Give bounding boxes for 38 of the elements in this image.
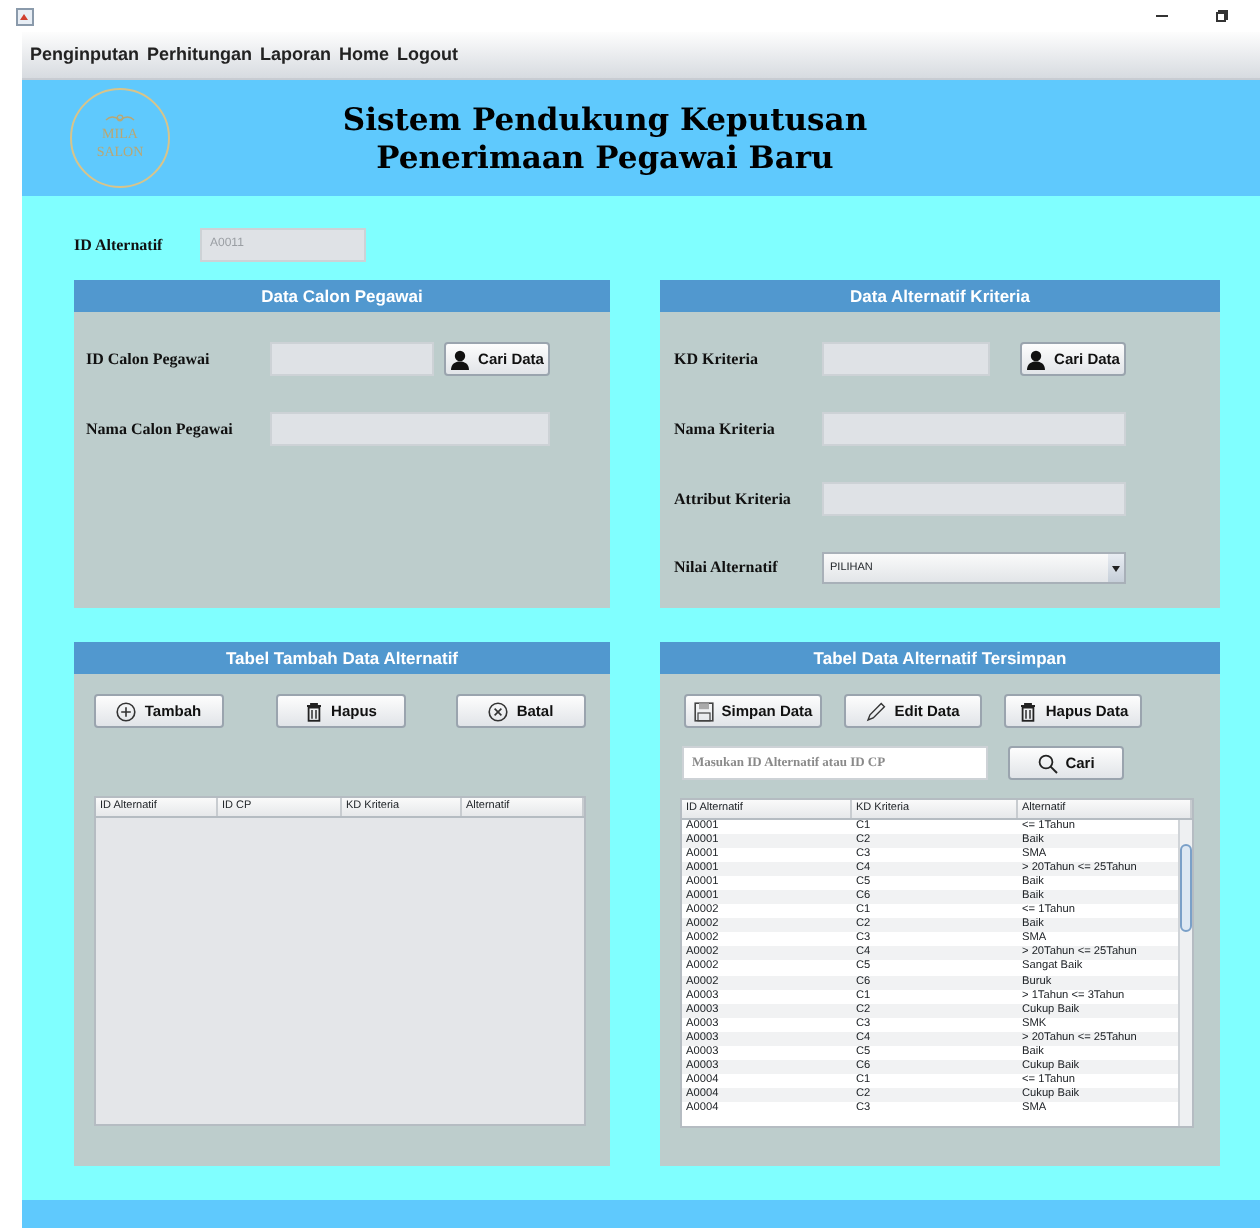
field-label: ID Calon Pegawai xyxy=(86,347,212,371)
panel-title: Data Calon Pegawai xyxy=(74,280,610,312)
caret-icon xyxy=(1112,565,1120,571)
trash-icon xyxy=(1017,701,1038,721)
menu-item[interactable]: Penginputan xyxy=(30,41,139,69)
field-label: Nilai Alternatif xyxy=(674,556,780,580)
input-field[interactable] xyxy=(822,342,990,376)
menu-item[interactable]: Perhitungan xyxy=(147,41,253,69)
input-field[interactable] xyxy=(822,482,1126,516)
field-label: ID Alternatif xyxy=(74,233,165,257)
menu-item[interactable]: Home xyxy=(339,41,390,69)
input-field[interactable] xyxy=(270,412,550,446)
restore-icon[interactable] xyxy=(1216,10,1228,22)
app-title: Sistem Pendukung Keputusan xyxy=(340,100,870,138)
panel-title: Tabel Data Alternatif Tersimpan xyxy=(660,642,1220,674)
panel-title: Data Alternatif Kriteria xyxy=(660,280,1220,312)
panel-title: Tabel Tambah Data Alternatif xyxy=(74,642,610,674)
field-label: Nama Kriteria xyxy=(674,417,777,441)
plus-icon xyxy=(116,701,137,721)
search-icon xyxy=(1037,753,1058,773)
field-label: Nama Calon Pegawai xyxy=(86,417,235,441)
field-label: KD Kriteria xyxy=(674,347,760,371)
scrollbar[interactable] xyxy=(1178,820,1192,1126)
app-icon xyxy=(16,7,34,25)
input-field[interactable] xyxy=(270,342,434,376)
ornament-icon xyxy=(104,114,136,126)
menu-item[interactable]: Laporan xyxy=(260,41,332,69)
user-icon xyxy=(450,349,471,369)
field-label: Attribut Kriteria xyxy=(674,487,793,511)
app-title: Penerimaan Pegawai Baru xyxy=(374,138,836,176)
user-icon xyxy=(1026,349,1047,369)
menu-item[interactable]: Logout xyxy=(397,41,459,69)
trash-icon xyxy=(303,701,324,721)
cancel-icon xyxy=(488,701,509,721)
pencil-icon xyxy=(866,701,887,721)
minimize-icon[interactable] xyxy=(1156,14,1168,18)
input-field[interactable] xyxy=(822,412,1126,446)
save-icon xyxy=(693,701,714,721)
